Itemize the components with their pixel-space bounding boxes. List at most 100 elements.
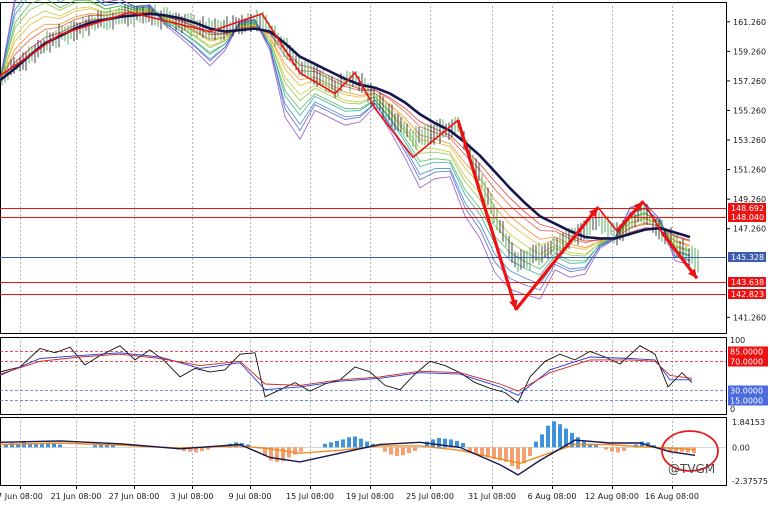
histogram-bar — [692, 447, 696, 454]
histogram-bar — [407, 447, 411, 454]
ma-ribbon — [0, 0, 691, 285]
macd-tick-label: 0.00 — [732, 443, 750, 452]
moving-average-band — [0, 0, 691, 300]
price-tick-label: 147.260 — [733, 225, 766, 234]
forex-chart: 161.260 159.260 157.260 155.260 153.260 151.2… — [0, 0, 768, 501]
histogram-bar — [401, 447, 405, 456]
price-tick-label: 157.260 — [733, 77, 766, 86]
histogram-bar — [610, 447, 614, 452]
price-tick-label: 141.260 — [733, 313, 766, 322]
macd-axis: 1.84153 0.00 -2.37575 — [732, 418, 768, 486]
histogram-bar — [299, 447, 303, 452]
histogram-bar — [22, 442, 26, 448]
time-tick-label: 16 Aug 08:00 — [645, 492, 699, 501]
histogram-bar — [58, 444, 62, 448]
level-tag-label: 145.328 — [731, 253, 764, 262]
stochastic-tag-label: 85.0000 — [730, 348, 763, 357]
stochastic-tag-label: 30.0000 — [730, 387, 763, 396]
histogram-bar — [359, 438, 363, 448]
zigzag-arrows — [0, 11, 699, 312]
price-axis: 161.260 159.260 157.260 155.260 153.260 151.2… — [726, 18, 766, 322]
time-tick-label: 19 Jul 08:00 — [346, 492, 394, 501]
histogram-bar — [329, 442, 333, 448]
histogram-bar — [341, 439, 345, 448]
histogram-bar — [546, 425, 550, 448]
level-tag-label: 143.638 — [731, 278, 764, 287]
ma-ribbon — [0, 0, 691, 300]
histogram-bar — [335, 440, 339, 448]
time-tick-label: 9 Jul 08:00 — [229, 492, 272, 501]
histogram-bar — [323, 443, 327, 448]
histogram-bar — [558, 424, 562, 448]
histogram-bar — [594, 445, 598, 448]
price-tick-label: 161.260 — [733, 18, 766, 27]
histogram-bar — [576, 437, 580, 448]
vertical-grid — [20, 2, 673, 485]
level-tag-label: 142.823 — [731, 290, 764, 299]
histogram-bar — [437, 437, 441, 448]
time-tick-label: 12 Aug 08:00 — [585, 492, 639, 501]
main-ma-line — [0, 12, 691, 240]
price-tick-label: 155.260 — [733, 106, 766, 115]
time-tick-label: 6 Aug 08:00 — [528, 492, 577, 501]
histogram-bar — [604, 447, 608, 450]
panel-frame-1 — [0, 2, 727, 334]
stochastic-tick-label: 100 — [730, 336, 745, 345]
price-tick-label: 159.260 — [733, 47, 766, 56]
level-tag-label: 148.040 — [731, 213, 764, 222]
histogram-bar — [293, 447, 297, 455]
stochastic-tag-label: 70.0000 — [730, 358, 763, 367]
watermark: @TVGM — [668, 462, 715, 476]
stochastic-levels — [0, 351, 726, 401]
time-tick-label: 25 Jul 08:00 — [406, 492, 454, 501]
price-tick-label: 153.260 — [733, 136, 766, 145]
price-tick-label: 149.260 — [733, 195, 766, 204]
histogram-bar — [616, 447, 620, 453]
stochastic-lines — [0, 345, 693, 404]
histogram-bar — [413, 447, 417, 451]
time-tick-label: 31 Jul 08:00 — [468, 492, 516, 501]
histogram-bar — [552, 421, 556, 448]
price-panel: 161.260 159.260 157.260 155.260 153.260 151.2… — [0, 0, 766, 322]
time-tick-label: 27 Jun 08:00 — [109, 492, 160, 501]
panel-frames — [0, 2, 727, 486]
ma-ribbon — [0, 0, 691, 276]
ma-ribbon — [0, 8, 691, 250]
zigzag-line — [0, 11, 698, 312]
macd-panel: 1.84153 0.00 -2.37575 @TVGM — [0, 418, 768, 486]
histogram-bar — [389, 447, 393, 455]
level-tag-label: 148.692 — [731, 204, 764, 213]
time-axis: 7 Jun 08:00 21 Jun 08:00 27 Jun 08:00 3 Jul… — [0, 485, 699, 501]
trend-arrow — [456, 119, 518, 310]
histogram-bar — [383, 447, 387, 452]
time-tick-label: 7 Jun 08:00 — [0, 492, 43, 501]
macd-tick-label: -2.37575 — [732, 477, 768, 486]
panel-frame-2 — [0, 337, 727, 415]
histogram-bar — [461, 443, 465, 448]
time-tick-label: 21 Jun 08:00 — [51, 492, 102, 501]
ma-ribbon — [0, 0, 691, 270]
candle-band — [1, 4, 699, 273]
main-moving-average — [0, 12, 691, 240]
stochastic-axis: 85.000070.000030.000015.00001000 — [728, 336, 768, 414]
ma-ribbon — [0, 13, 691, 242]
histogram-bar — [622, 447, 626, 451]
histogram-bar — [534, 441, 538, 448]
histogram-bar — [93, 445, 97, 448]
stochastic-line — [0, 353, 693, 392]
level-tags: 148.692148.040 145.328 143.638 142.823 — [728, 203, 766, 299]
ma-ribbon — [0, 0, 691, 291]
histogram-bar — [528, 447, 532, 457]
stochastic-tick-label: 0 — [730, 405, 735, 414]
histogram-bar — [395, 447, 399, 457]
time-tick-label: 3 Jul 08:00 — [171, 492, 214, 501]
price-tick-label: 151.260 — [733, 166, 766, 175]
time-tick-label: 15 Jul 08:00 — [286, 492, 334, 501]
ma-ribbon — [0, 11, 691, 249]
stochastic-panel: 85.000070.000030.000015.00001000 — [0, 336, 768, 414]
macd-tick-label: 1.84153 — [732, 418, 765, 427]
histogram-bar — [516, 447, 520, 470]
histogram-bar — [353, 436, 357, 448]
histogram-bar — [540, 434, 544, 448]
horizontal-levels — [0, 208, 726, 295]
